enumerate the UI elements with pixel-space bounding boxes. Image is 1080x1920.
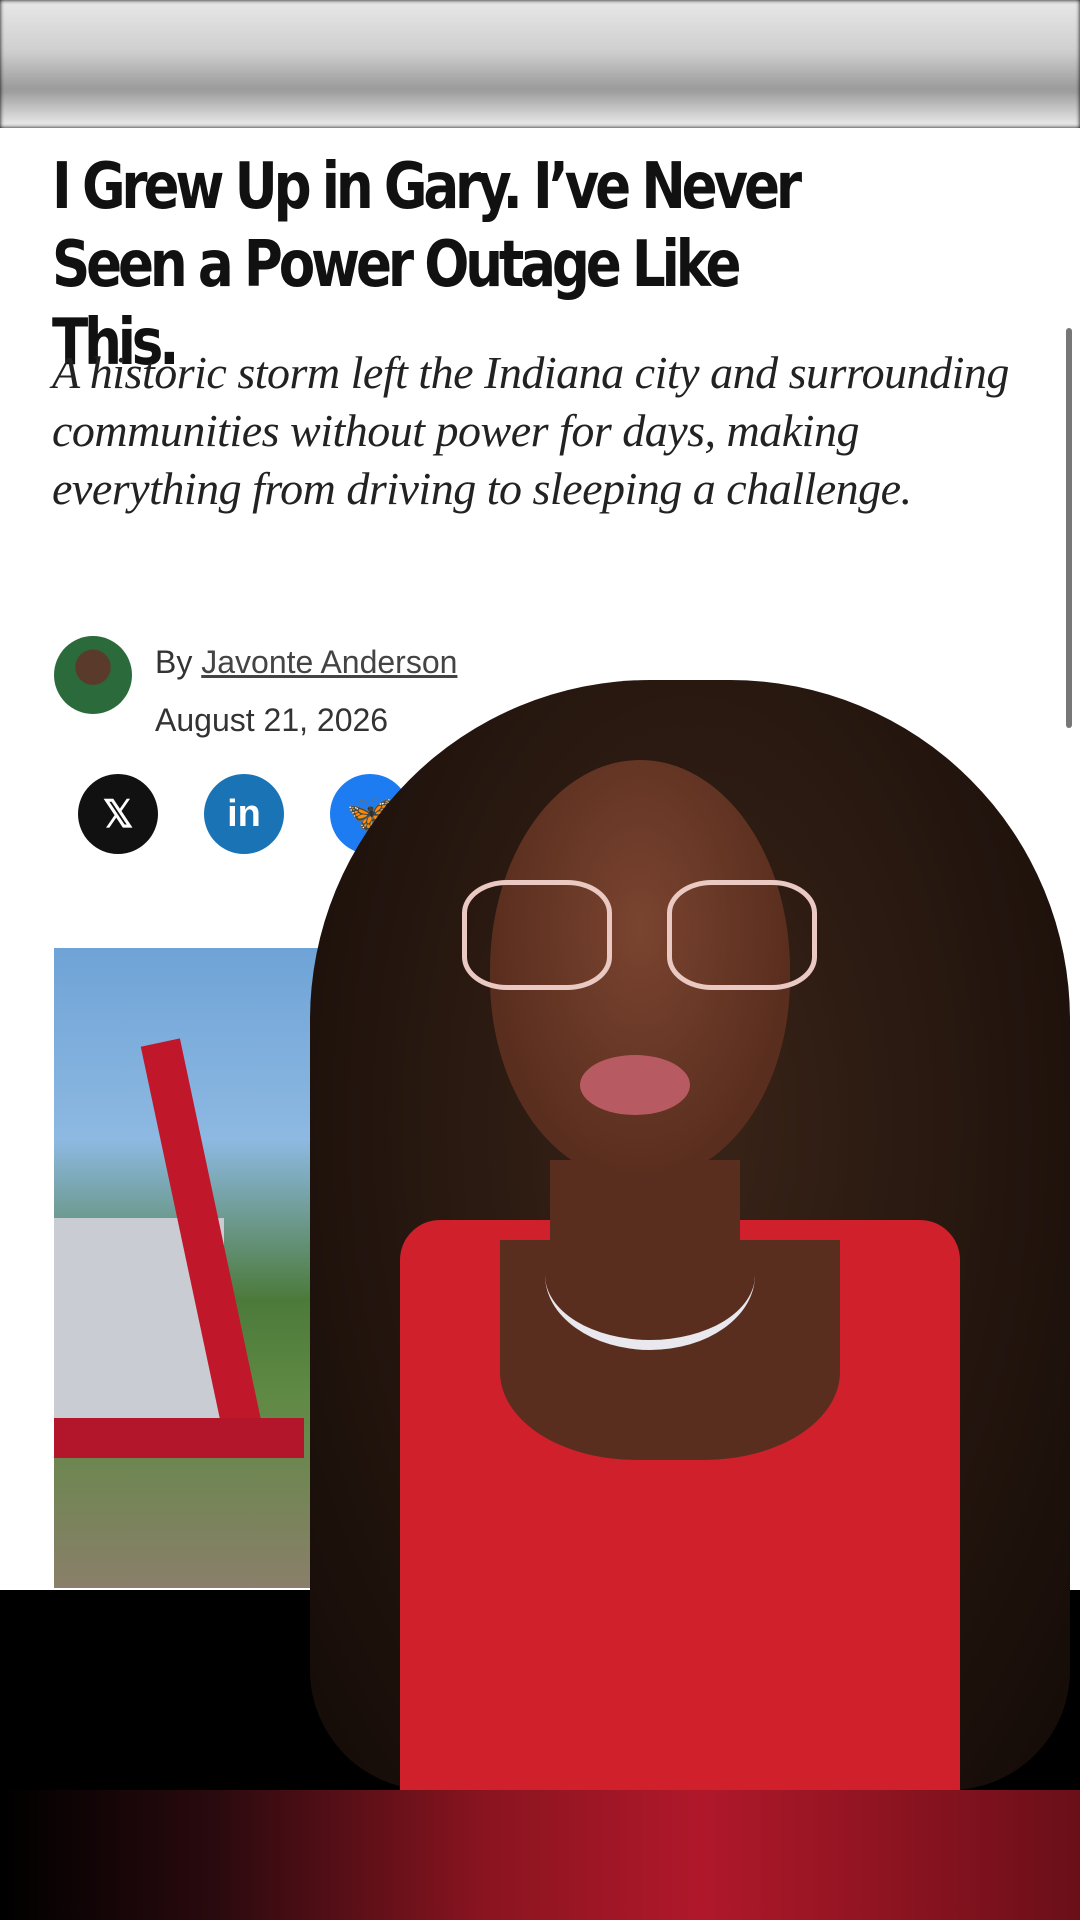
scrollbar[interactable] [1066,328,1072,728]
presenter-overlay [290,680,1080,1790]
necklace-icon [545,1200,755,1350]
author-link[interactable]: Javonte Anderson [201,644,457,680]
bottom-strip [0,1790,1080,1920]
crane-base-shape [54,1418,304,1458]
byline-prefix: By [155,644,193,680]
blurred-top-bar [0,0,1080,128]
author-avatar[interactable] [54,636,132,714]
byline: By Javonte Anderson [155,644,457,681]
article-dek: A historic storm left the Indiana city a… [52,347,1009,514]
x-icon[interactable]: 𝕏 [78,774,158,854]
linkedin-icon[interactable]: in [204,774,284,854]
glasses-icon [462,880,822,990]
presenter-mouth [580,1055,690,1115]
